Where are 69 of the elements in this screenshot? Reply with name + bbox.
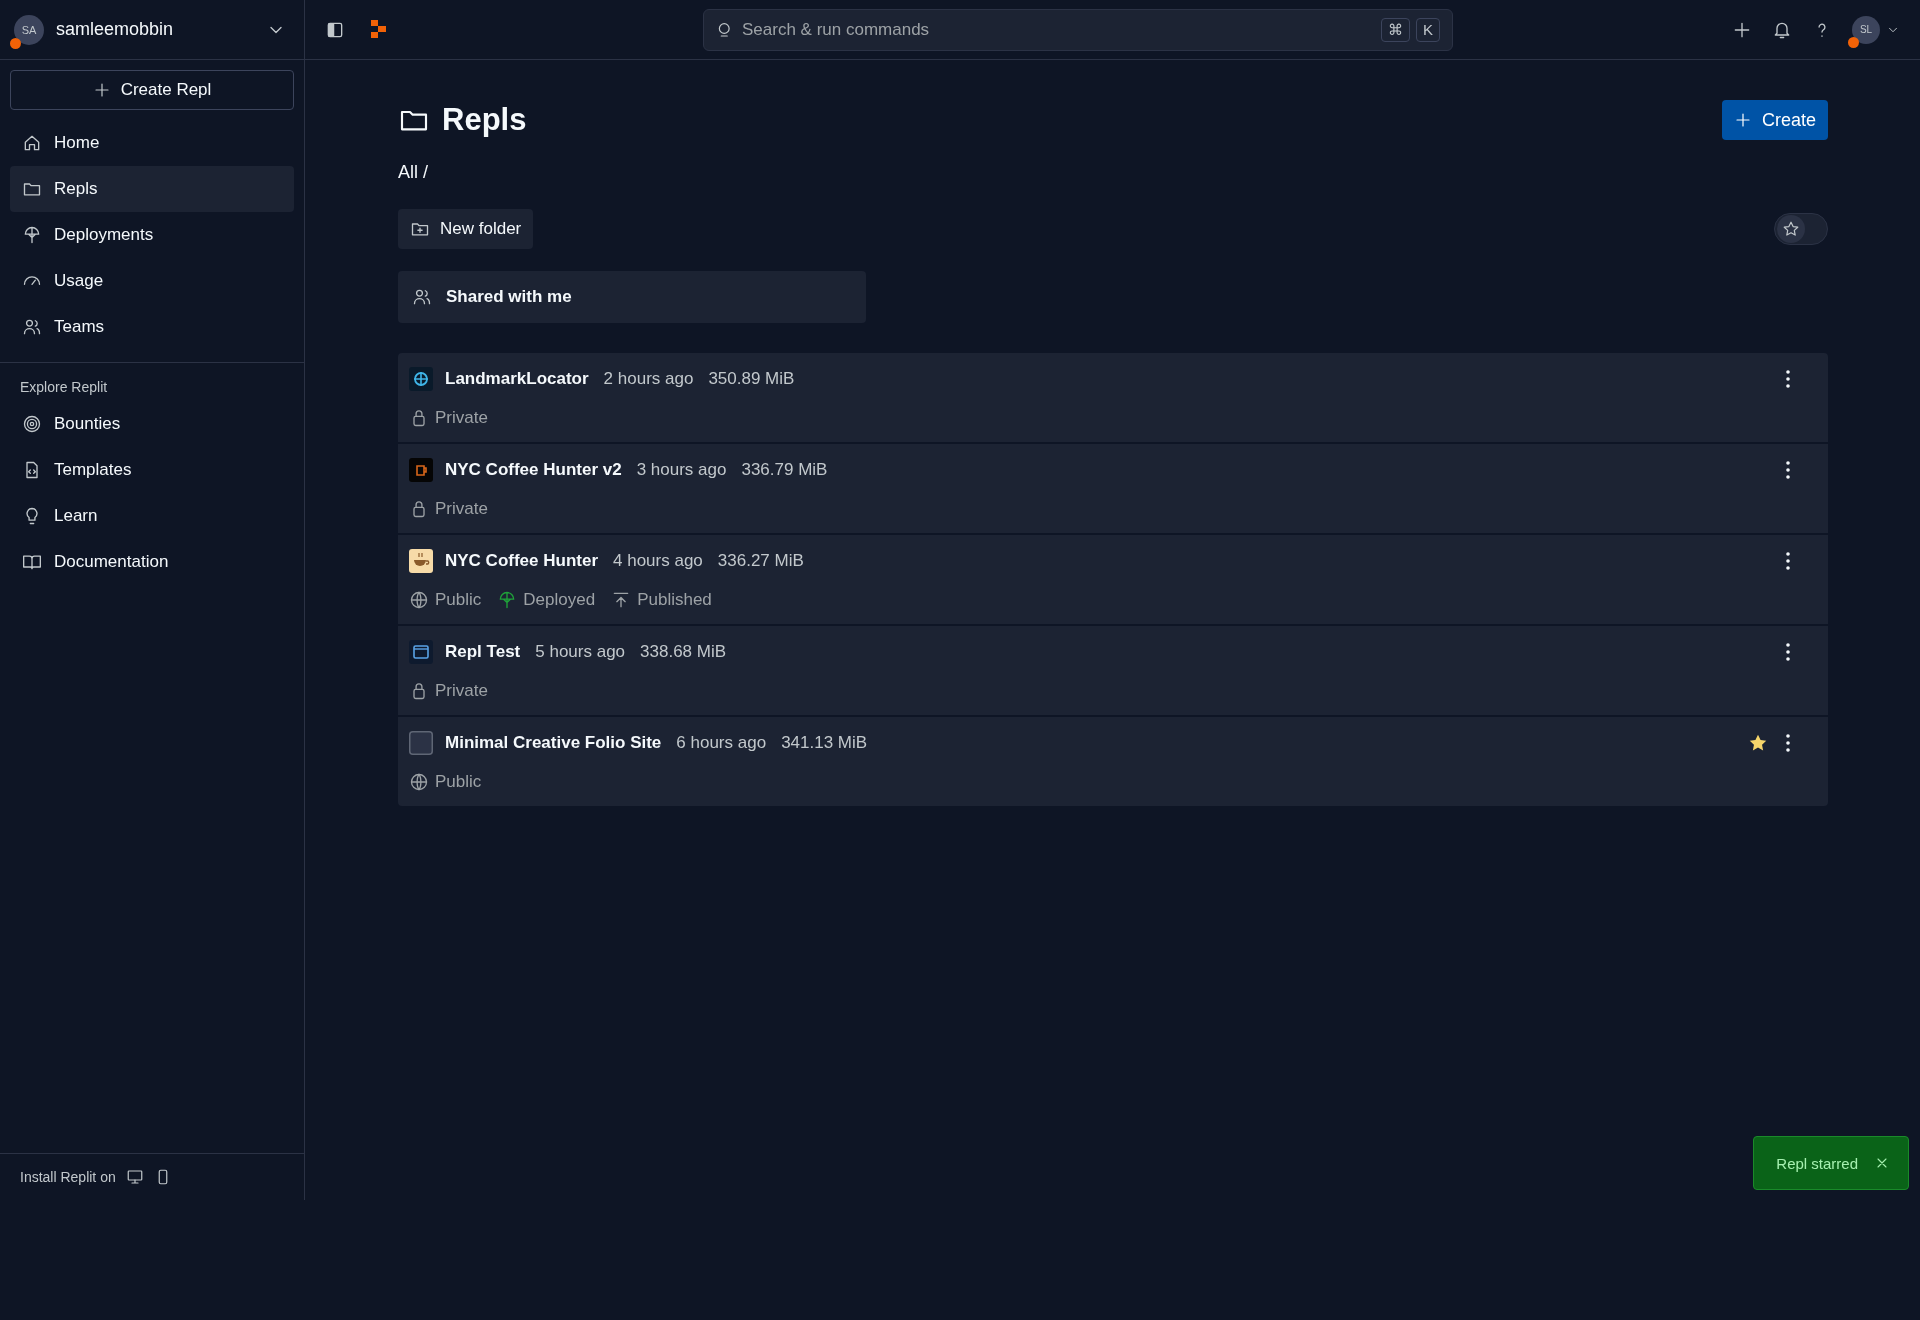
star-icon — [1782, 220, 1800, 238]
mug-icon — [409, 458, 433, 482]
shared-folder[interactable]: Shared with me — [398, 271, 866, 323]
more-options-icon[interactable] — [1786, 643, 1790, 661]
updated-time: 3 hours ago — [636, 460, 727, 480]
deploy-icon — [22, 225, 42, 245]
page-title: Repls — [442, 102, 527, 138]
sidebar-item[interactable]: Home — [10, 120, 294, 166]
people-icon — [412, 287, 432, 307]
account-name: samleemobbin — [56, 19, 175, 40]
repl-row[interactable]: NYC Coffee Hunter 4 hours ago 336.27 MiB Public Deployed Published — [398, 535, 1828, 624]
storage-size: 336.27 MiB — [717, 551, 804, 571]
sidebar-item[interactable]: Documentation — [10, 539, 294, 585]
browser-window-icon — [409, 640, 433, 664]
coffee-cup-icon — [409, 549, 433, 573]
visibility-label: Public — [435, 772, 482, 792]
updated-time: 2 hours ago — [603, 369, 694, 389]
repl-name: Minimal Creative Folio Site — [445, 733, 662, 753]
breadcrumb[interactable]: All / — [398, 162, 1828, 183]
more-options-icon[interactable] — [1786, 461, 1790, 479]
repl-row[interactable]: Minimal Creative Folio Site 6 hours ago 341.13 MiB Public — [398, 717, 1828, 806]
blank-thumbnail-icon — [409, 731, 433, 755]
repl-row[interactable]: LandmarkLocator 2 hours ago 350.89 MiB Private — [398, 353, 1828, 442]
create-repl-button[interactable]: Create Repl — [10, 70, 294, 110]
section-heading: Explore Replit — [19, 378, 109, 397]
sidebar-item[interactable]: Bounties — [10, 401, 294, 447]
people-icon — [22, 317, 42, 337]
globe-icon — [409, 590, 429, 610]
create-button[interactable]: Create — [1721, 100, 1828, 140]
repl-name: NYC Coffee Hunter v2 — [445, 460, 622, 480]
visibility-label: Public — [435, 590, 482, 610]
sidebar-item[interactable]: Learn — [10, 493, 294, 539]
crosshair-icon — [409, 367, 433, 391]
updated-time: 5 hours ago — [535, 642, 626, 662]
sidebar-item[interactable]: Teams — [10, 304, 294, 350]
updated-time: 6 hours ago — [676, 733, 767, 753]
keyboard-key: ⌘ — [1381, 17, 1410, 42]
keyboard-key: K — [1416, 17, 1440, 42]
visibility-label: Private — [435, 408, 488, 428]
storage-size: 336.79 MiB — [741, 460, 828, 480]
favorites-toggle[interactable] — [1774, 213, 1828, 245]
repl-row[interactable]: NYC Coffee Hunter v2 3 hours ago 336.79 MiB Private — [398, 444, 1828, 533]
more-options-icon[interactable] — [1786, 552, 1790, 570]
repl-name: Repl Test — [445, 642, 521, 662]
sidebar-item[interactable]: Usage — [10, 258, 294, 304]
sidebar-item[interactable]: Deployments — [10, 212, 294, 258]
visibility-label: Private — [435, 499, 488, 519]
published-status: Published — [637, 590, 712, 610]
more-options-icon[interactable] — [1786, 370, 1790, 388]
storage-size: 341.13 MiB — [781, 733, 868, 753]
home-icon — [22, 133, 42, 153]
desktop-icon — [125, 1168, 144, 1186]
updated-time: 4 hours ago — [613, 551, 703, 571]
sidebar-item[interactable]: Repls — [10, 166, 294, 212]
storage-size: 350.89 MiB — [708, 369, 795, 389]
repl-row[interactable]: Repl Test 5 hours ago 338.68 MiB Private — [398, 626, 1828, 715]
search-field[interactable]: Search & run commands ⌘ K — [703, 8, 1453, 51]
repl-name: LandmarkLocator — [445, 369, 589, 389]
toast-message: Repl starred — [1776, 1154, 1858, 1172]
more-options-icon[interactable] — [1786, 734, 1790, 752]
target-icon — [22, 414, 42, 434]
new-folder-button[interactable]: New folder — [398, 209, 534, 249]
repl-name: NYC Coffee Hunter — [445, 551, 598, 571]
sidebar-item[interactable]: Templates — [10, 447, 294, 493]
globe-icon — [409, 772, 429, 792]
deployment-status: Deployed — [523, 590, 596, 610]
install-label: Install Replit on — [20, 1169, 116, 1185]
visibility-label: Private — [435, 681, 488, 701]
storage-size: 338.68 MiB — [640, 642, 727, 662]
